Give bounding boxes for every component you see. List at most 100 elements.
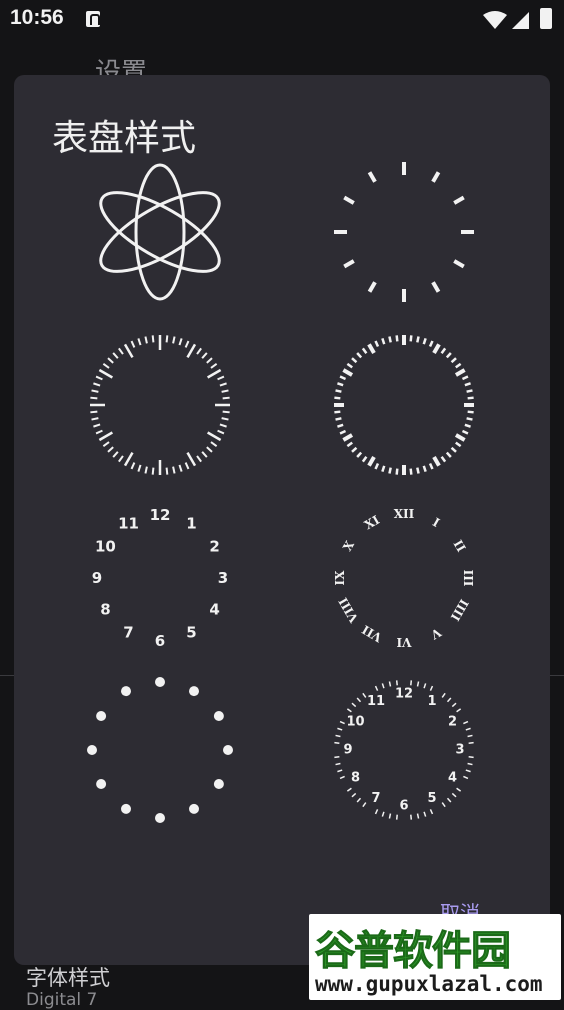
numeral-label: 9	[343, 743, 352, 758]
numeral-label: 6	[399, 799, 408, 814]
numeral-label: 1	[427, 694, 436, 709]
numeral-label: 3	[218, 569, 228, 587]
minute-tick	[112, 451, 119, 458]
wifi-icon	[483, 11, 507, 29]
minute-tick	[356, 697, 362, 703]
font-style-label[interactable]: 字体样式	[26, 962, 110, 992]
minute-tick	[337, 423, 344, 428]
minute-tick	[422, 465, 427, 472]
minute-tick	[395, 680, 398, 686]
face-atom[interactable]	[85, 157, 235, 307]
face-twelve-bars[interactable]	[329, 157, 479, 307]
hour-tick	[342, 368, 354, 377]
minute-tick	[374, 685, 379, 691]
minute-tick	[201, 352, 208, 359]
roman-numeral-label: XI	[362, 513, 382, 533]
hour-tick	[454, 433, 466, 442]
minute-tick	[362, 802, 367, 808]
face-minute-ticks[interactable]	[85, 330, 235, 480]
signal-icon	[512, 12, 529, 29]
minute-tick	[456, 787, 462, 792]
numeral-label: 11	[367, 694, 385, 709]
minute-tick	[95, 429, 103, 435]
minute-tick	[95, 375, 103, 381]
minute-tick	[441, 802, 446, 808]
minute-tick	[334, 396, 341, 400]
minute-tick	[463, 775, 469, 780]
numeral-label: 5	[427, 791, 436, 806]
minute-tick	[90, 396, 98, 400]
minute-tick	[429, 809, 434, 815]
minute-tick	[221, 389, 229, 393]
minute-tick	[151, 335, 155, 343]
face-numerals-with-ticks[interactable]: 12 1 2 3 4 5 6 7 8 9 10 11	[329, 675, 479, 825]
hour-dot	[96, 779, 107, 789]
minute-tick	[423, 811, 427, 817]
minute-tick	[222, 410, 230, 414]
minute-tick	[210, 441, 218, 447]
numeral-label: 7	[123, 624, 133, 642]
hour-dot	[223, 745, 233, 755]
numeral-label: 4	[209, 601, 219, 619]
minute-tick	[206, 446, 213, 453]
minute-tick	[206, 357, 213, 364]
minute-tick	[410, 814, 413, 820]
minute-tick	[446, 697, 452, 703]
minute-tick	[381, 338, 386, 345]
minute-tick	[463, 720, 469, 725]
minute-tick	[361, 456, 368, 463]
battery-icon	[540, 8, 552, 29]
minute-tick	[362, 692, 367, 698]
minute-tick	[467, 396, 474, 400]
face-arabic-numerals[interactable]: 12 1 2 3 4 5 6 7 8 9 10 11	[85, 503, 235, 653]
minute-tick	[445, 352, 452, 359]
minute-tick	[416, 336, 420, 343]
minute-tick	[118, 455, 124, 463]
numeral-label: 10	[95, 538, 116, 556]
minute-tick	[93, 382, 101, 387]
minute-tick	[201, 451, 208, 458]
minute-tick	[337, 382, 344, 387]
minute-tick	[137, 464, 142, 472]
minute-tick	[467, 734, 473, 738]
hour-tick	[367, 455, 376, 467]
minute-tick	[451, 792, 457, 798]
face-roman-numerals[interactable]: XII I II III IIII V VI VII VIII IX X XI	[329, 503, 479, 653]
minute-tick	[440, 347, 447, 354]
numeral-label: 12	[150, 506, 171, 524]
minute-tick	[465, 727, 471, 731]
minute-tick	[441, 692, 446, 698]
minute-tick	[337, 727, 343, 731]
minute-tick	[196, 347, 202, 355]
minute-tick	[422, 338, 427, 345]
hour-tick	[123, 452, 134, 467]
numeral-label: 11	[118, 514, 139, 532]
numeral-label: 3	[455, 743, 464, 758]
minute-tick	[455, 441, 462, 448]
hour-bar	[431, 171, 441, 183]
hour-dot	[213, 711, 224, 721]
minute-tick	[395, 814, 398, 820]
hour-tick	[367, 343, 376, 355]
hour-tick	[342, 433, 354, 442]
hour-dot	[121, 803, 131, 814]
minute-tick	[356, 797, 362, 803]
watermark-url: www.gupuxlazal.com	[315, 972, 543, 996]
minute-tick	[395, 335, 399, 342]
minute-tick	[351, 702, 357, 708]
minute-tick	[450, 446, 457, 453]
minute-tick	[91, 389, 99, 393]
face-tapered-ticks[interactable]	[329, 330, 479, 480]
numeral-label: 2	[448, 715, 457, 730]
minute-tick	[178, 464, 183, 472]
minute-tick	[118, 347, 124, 355]
minute-tick	[91, 417, 99, 421]
face-dots[interactable]	[85, 675, 235, 825]
roman-numeral-label: III	[461, 570, 475, 587]
hour-tick	[207, 431, 222, 442]
minute-tick	[409, 468, 413, 475]
minute-tick	[178, 338, 183, 346]
status-time: 10:56	[10, 6, 64, 29]
hour-tick	[186, 343, 197, 358]
hour-tick	[123, 343, 134, 358]
